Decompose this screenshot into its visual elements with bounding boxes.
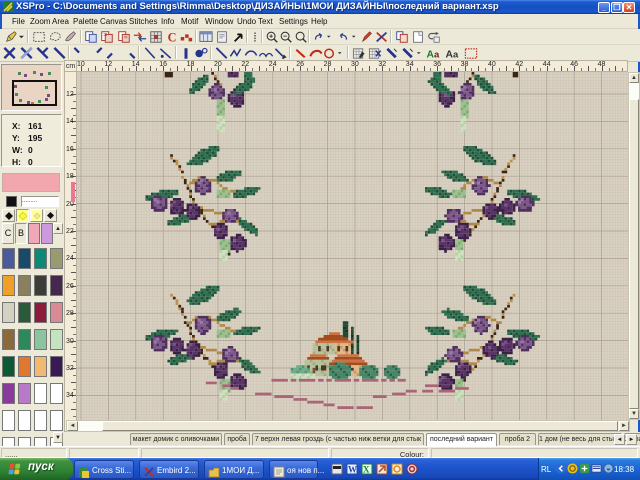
svg-text:C: C xyxy=(168,30,177,44)
svg-text:a: a xyxy=(453,49,459,59)
svg-text:X: X xyxy=(363,465,370,475)
svg-text:a: a xyxy=(434,49,440,59)
svg-text:W: W xyxy=(348,465,357,475)
